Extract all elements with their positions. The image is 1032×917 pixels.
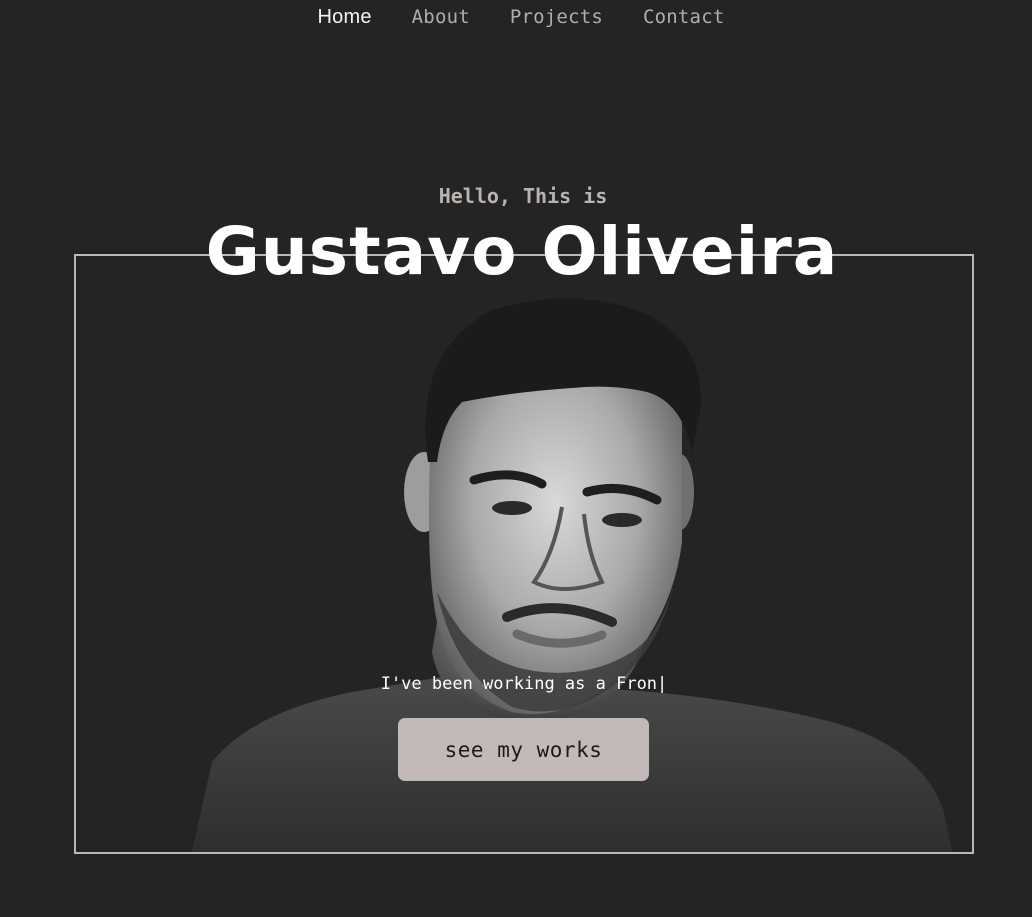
see-my-works-button[interactable]: see my works bbox=[398, 718, 649, 781]
nav-link-about[interactable]: About bbox=[412, 6, 470, 28]
nav-link-home[interactable]: Home bbox=[318, 6, 372, 29]
hero-name: Gustavo Oliveira bbox=[205, 213, 839, 290]
typing-tagline: I've been working as a Fron| bbox=[380, 674, 668, 694]
greeting-text: Hello, This is bbox=[438, 184, 608, 208]
nav-link-projects[interactable]: Projects bbox=[510, 6, 603, 28]
nav-link-contact[interactable]: Contact bbox=[643, 6, 724, 28]
main-nav: Home About Projects Contact bbox=[0, 0, 1032, 34]
